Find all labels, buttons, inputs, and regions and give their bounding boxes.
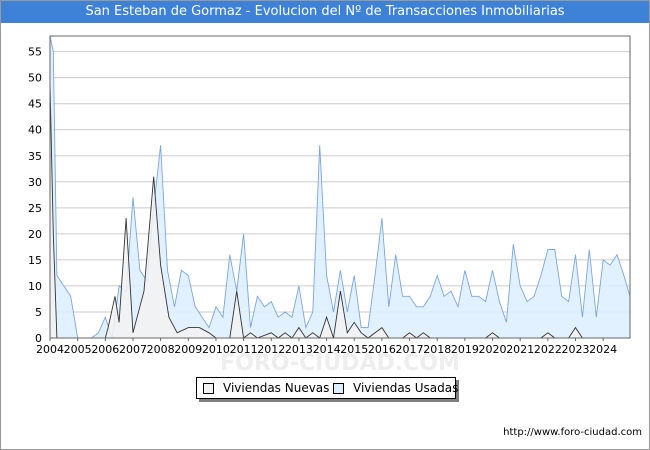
- legend-label-usadas: Viviendas Usadas: [353, 381, 459, 395]
- x-tick-label-2015: 2015: [340, 343, 368, 356]
- x-tick-label-2014: 2014: [313, 343, 341, 356]
- x-tick-label-2022: 2022: [534, 343, 562, 356]
- x-tick-label-2008: 2008: [147, 343, 175, 356]
- x-tick-label-2023: 2023: [562, 343, 590, 356]
- x-tick-label-2018: 2018: [423, 343, 451, 356]
- legend-swatch-nuevas: [203, 383, 214, 394]
- x-tick-label-2017: 2017: [396, 343, 424, 356]
- x-tick-label-2007: 2007: [119, 343, 147, 356]
- x-tick-label-2010: 2010: [202, 343, 230, 356]
- x-tick-label-2004: 2004: [36, 343, 64, 356]
- x-tick-label-2011: 2011: [230, 343, 258, 356]
- x-tick-label-2012: 2012: [257, 343, 285, 356]
- y-tick-label-25: 25: [28, 202, 42, 215]
- x-tick-label-2019: 2019: [451, 343, 479, 356]
- x-tick-label-2024: 2024: [589, 343, 617, 356]
- legend-swatch-usadas: [333, 383, 344, 394]
- x-tick-label-2021: 2021: [506, 343, 534, 356]
- x-tick-label-2005: 2005: [64, 343, 92, 356]
- x-tick-label-2016: 2016: [368, 343, 396, 356]
- y-tick-label-55: 55: [28, 46, 42, 59]
- y-tick-label-35: 35: [28, 150, 42, 163]
- y-tick-label-50: 50: [28, 72, 42, 85]
- y-tick-label-5: 5: [35, 306, 42, 319]
- x-tick-label-2006: 2006: [91, 343, 119, 356]
- y-tick-label-45: 45: [28, 98, 42, 111]
- legend-label-nuevas: Viviendas Nuevas: [223, 381, 330, 395]
- y-tick-label-15: 15: [28, 254, 42, 267]
- x-tick-label-2009: 2009: [174, 343, 202, 356]
- series-layer: [49, 35, 631, 339]
- y-tick-label-30: 30: [28, 176, 42, 189]
- x-tick-label-2020: 2020: [479, 343, 507, 356]
- y-tick-label-40: 40: [28, 124, 42, 137]
- source-url[interactable]: http://www.foro-ciudad.com: [503, 427, 642, 438]
- legend: Viviendas Nuevas Viviendas Usadas: [196, 377, 459, 399]
- y-tick-label-10: 10: [28, 280, 42, 293]
- y-tick-label-20: 20: [28, 228, 42, 241]
- x-tick-label-2013: 2013: [285, 343, 313, 356]
